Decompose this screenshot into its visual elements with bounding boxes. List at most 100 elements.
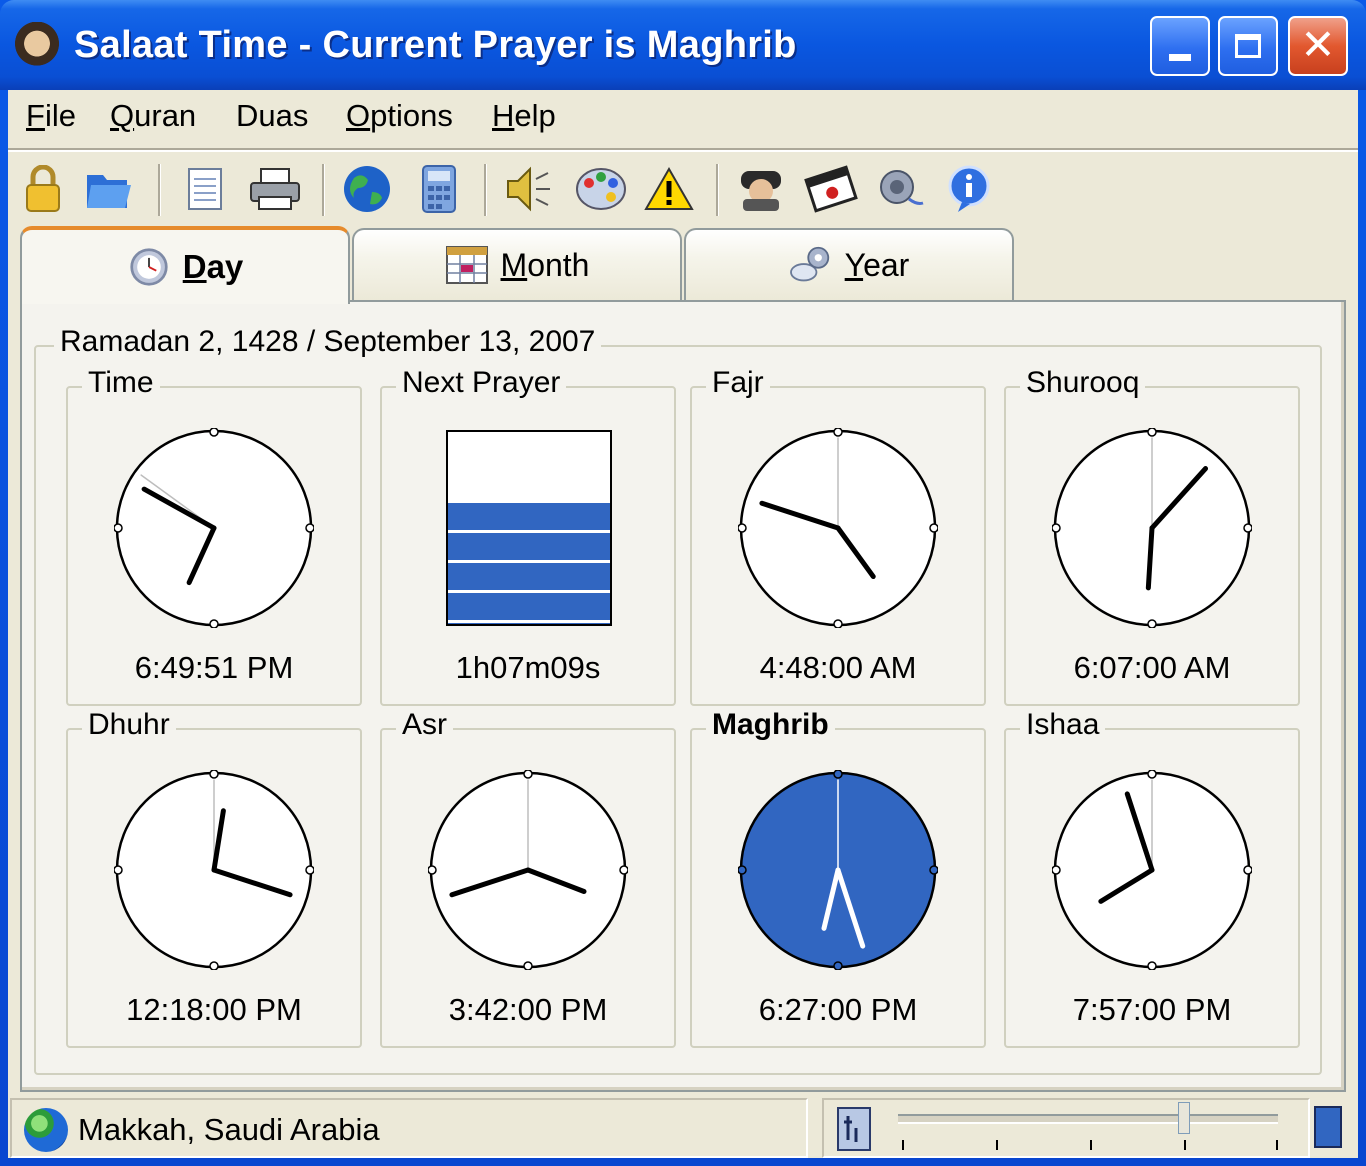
- window-title: Salaat Time - Current Prayer is Maghrib: [74, 24, 797, 66]
- calculator-icon[interactable]: [412, 162, 466, 216]
- slider-tick: [902, 1140, 904, 1150]
- cell-time: Time 6:49:51 PM: [66, 366, 362, 706]
- analog-clock: [113, 427, 315, 629]
- tab-month-accel: M: [500, 246, 528, 283]
- menu-duas-prefix: Du: [236, 98, 276, 133]
- volume-slider-thumb[interactable]: [1178, 1102, 1190, 1134]
- speaker-icon[interactable]: [502, 162, 556, 216]
- tab-day-accel: D: [182, 248, 207, 285]
- menu-bar: File Quran Duas Options Help: [8, 90, 1358, 144]
- cell-value: 4:48:00 AM: [759, 650, 917, 685]
- cell-label: Time: [82, 366, 160, 400]
- tab-year-rest: ear: [863, 246, 910, 283]
- cell-next-prayer: Next Prayer 1h07m09s: [380, 366, 676, 706]
- app-person-icon[interactable]: [12, 22, 62, 70]
- date-label: Ramadan 2, 1428 / September 13, 2007: [54, 325, 602, 359]
- cell-label: Asr: [396, 708, 453, 742]
- toolbar-separator: [322, 164, 325, 216]
- tab-day[interactable]: Day: [20, 226, 350, 304]
- progress-fill: [448, 503, 610, 624]
- cell-value: 6:27:00 PM: [758, 992, 918, 1027]
- close-icon: ✕: [1300, 20, 1336, 68]
- menu-options[interactable]: Options: [346, 98, 453, 134]
- app-window: Salaat Time - Current Prayer is Maghrib …: [0, 0, 1366, 1166]
- cell-label: Fajr: [706, 366, 770, 400]
- maximize-button[interactable]: [1218, 16, 1278, 76]
- menu-quran-label: uran: [134, 98, 197, 133]
- close-button[interactable]: ✕: [1288, 16, 1348, 76]
- cell-label: Maghrib: [706, 708, 835, 742]
- menu-file[interactable]: File: [26, 98, 76, 134]
- menu-file-accel: F: [26, 98, 45, 133]
- menu-options-accel: O: [346, 98, 371, 133]
- cell-dhuhr: Dhuhr 12:18:00 PM: [66, 708, 362, 1048]
- slider-tick: [1184, 1140, 1186, 1150]
- toolbar-separator: [716, 164, 719, 216]
- analog-clock: [737, 769, 939, 971]
- tab-month-label: Month: [501, 247, 590, 284]
- cell-label: Ishaa: [1020, 708, 1106, 742]
- palette-icon[interactable]: [574, 162, 628, 216]
- tab-year[interactable]: Year: [684, 228, 1014, 300]
- warning-icon[interactable]: [642, 162, 696, 216]
- tab-year-accel: Y: [844, 246, 864, 283]
- toolbar: [8, 152, 1358, 222]
- minimize-icon: [1169, 53, 1191, 61]
- cell-value: 3:42:00 PM: [448, 992, 608, 1027]
- analog-clock: [1051, 769, 1253, 971]
- info-icon[interactable]: [942, 162, 996, 216]
- cell-maghrib: Maghrib 6:27:00 PM: [690, 708, 986, 1048]
- lock-icon[interactable]: [16, 162, 70, 216]
- globe-icon: [24, 1108, 68, 1152]
- tab-day-label: Day: [183, 248, 244, 286]
- maximize-icon: [1235, 34, 1261, 58]
- status-slider-pane: [822, 1098, 1310, 1158]
- tab-month[interactable]: Month: [352, 228, 682, 300]
- title-bar[interactable]: Salaat Time - Current Prayer is Maghrib …: [0, 0, 1366, 90]
- bookmark-icon[interactable]: [834, 1106, 874, 1152]
- next-prayer-progress: [446, 430, 612, 626]
- sound-icon[interactable]: [874, 162, 928, 216]
- printer-icon[interactable]: [248, 162, 302, 216]
- menu-help-label: elp: [514, 98, 556, 133]
- status-indicator-pane: [1310, 1098, 1346, 1158]
- menu-duas[interactable]: Duas: [236, 98, 308, 134]
- toolbar-separator: [158, 164, 161, 216]
- level-indicator: [1314, 1106, 1342, 1148]
- toolbar-separator: [484, 164, 487, 216]
- location-text: Makkah, Saudi Arabia: [78, 1112, 380, 1147]
- cell-shurooq: Shurooq 6:07:00 AM: [1004, 366, 1300, 706]
- menu-quran-accel: Q: [110, 98, 135, 133]
- open-folder-icon[interactable]: [82, 162, 136, 216]
- cell-value: 12:18:00 PM: [126, 992, 302, 1027]
- notepad-icon[interactable]: [178, 162, 232, 216]
- tab-day-rest: ay: [206, 248, 244, 285]
- menu-help[interactable]: Help: [492, 98, 556, 134]
- cell-label: Next Prayer: [396, 366, 567, 400]
- slider-tick: [1090, 1140, 1092, 1150]
- clock-tab-icon: [130, 248, 168, 286]
- status-location-pane: Makkah, Saudi Arabia: [10, 1098, 808, 1158]
- cell-ishaa: Ishaa 7:57:00 PM: [1004, 708, 1300, 1048]
- person-icon[interactable]: [734, 162, 788, 216]
- cell-value: 1h07m09s: [455, 650, 601, 685]
- analog-clock: [1051, 427, 1253, 629]
- cell-label: Shurooq: [1020, 366, 1146, 400]
- cell-value: 6:49:51 PM: [134, 650, 294, 685]
- tab-month-rest: onth: [527, 246, 590, 283]
- status-bar: Makkah, Saudi Arabia: [10, 1098, 1358, 1158]
- globe-icon[interactable]: [340, 162, 394, 216]
- menu-file-label: ile: [44, 98, 76, 133]
- volume-slider-track[interactable]: [898, 1114, 1278, 1124]
- cell-asr: Asr 3:42:00 PM: [380, 708, 676, 1048]
- minimize-button[interactable]: [1150, 16, 1210, 76]
- menu-help-accel: H: [492, 98, 515, 133]
- analog-clock: [737, 427, 939, 629]
- menu-duas-label: as: [275, 98, 309, 133]
- calendar-icon[interactable]: [804, 162, 858, 216]
- analog-clock: [427, 769, 629, 971]
- cell-label: Dhuhr: [82, 708, 176, 742]
- menu-quran[interactable]: Quran: [110, 98, 196, 134]
- cell-fajr: Fajr 4:48:00 AM: [690, 366, 986, 706]
- year-tab-icon: [789, 246, 829, 282]
